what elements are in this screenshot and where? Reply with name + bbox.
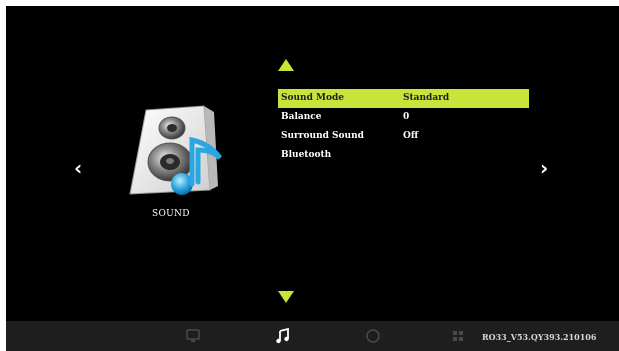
sound-menu: Sound Mode Standard Balance 0 Surround S… [278,89,529,165]
firmware-version: RO33_V53.QY393.210106 [482,332,597,342]
tab-options[interactable] [443,321,473,351]
menu-item-label: Surround Sound [281,131,364,141]
menu-item-bluetooth[interactable]: Bluetooth [278,146,529,165]
menu-item-label: Balance [281,112,322,122]
previous-page-button[interactable]: ‹ [74,158,82,178]
menu-item-balance[interactable]: Balance 0 [278,108,529,127]
bottom-tab-bar: RO33_V53.QY393.210106 [6,321,619,351]
grid-icon [453,331,463,341]
tab-picture[interactable] [178,321,208,351]
speaker-music-icon [120,104,232,200]
menu-item-label: Sound Mode [281,93,344,103]
menu-item-surround-sound[interactable]: Surround Sound Off [278,127,529,146]
scroll-down-arrow-icon[interactable] [278,291,294,303]
page-title: SOUND [152,209,190,219]
menu-item-value: 0 [403,112,410,122]
tab-time[interactable] [358,321,388,351]
music-note-icon [276,328,289,344]
menu-item-value: Standard [403,93,450,103]
scroll-up-arrow-icon[interactable] [278,59,294,71]
menu-item-sound-mode[interactable]: Sound Mode Standard [278,89,529,108]
tab-sound[interactable] [268,321,298,351]
menu-item-value: Off [403,131,419,141]
clock-icon [366,329,380,343]
next-page-button[interactable]: › [540,158,548,178]
tv-screen: ‹ SOUND Sound Mode Standard Balance 0 Su… [6,6,619,351]
menu-item-label: Bluetooth [281,150,332,160]
picture-icon [186,329,200,342]
